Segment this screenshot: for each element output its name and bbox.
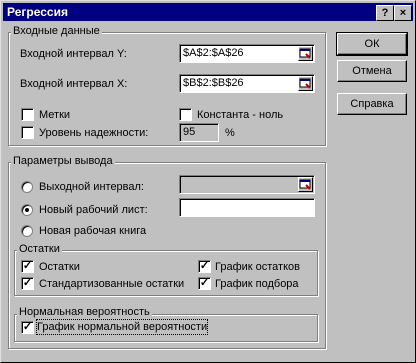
input-data-legend: Входные данные [11, 25, 102, 37]
residual-plot-label: График остатков [215, 261, 300, 273]
output-options-legend: Параметры вывода [11, 155, 115, 167]
input-x-field[interactable]: $B$2:$B$26 [179, 74, 315, 93]
input-y-value: $A$2:$A$26 [183, 47, 244, 59]
help-button[interactable]: Справка [337, 93, 407, 115]
percent-sign: % [225, 127, 235, 139]
cancel-button[interactable]: Отмена [337, 60, 407, 82]
output-range-radio[interactable] [21, 181, 33, 193]
collapse-dialog-icon [299, 78, 311, 89]
fit-plot-label: График подбора [215, 278, 299, 290]
new-workbook-radio[interactable] [21, 225, 33, 237]
new-workbook-label: Новая рабочая книга [39, 225, 147, 237]
residuals-checkbox[interactable]: ✓ [21, 260, 34, 273]
fit-plot-checkbox[interactable]: ✓ [198, 277, 211, 290]
new-sheet-field[interactable] [179, 198, 315, 217]
confidence-field[interactable]: 95 [179, 123, 219, 142]
output-range-field[interactable] [179, 175, 315, 194]
help-title-button[interactable]: ? [376, 5, 394, 21]
collapse-dialog-icon [299, 48, 311, 59]
output-range-label: Выходной интервал: [39, 181, 144, 193]
confidence-checkbox[interactable] [21, 126, 34, 139]
confidence-value: 95 [183, 126, 196, 138]
input-y-ref-button[interactable] [298, 46, 313, 61]
input-y-label: Входной интервал Y: [20, 48, 127, 60]
input-x-ref-button[interactable] [298, 76, 313, 91]
input-x-value: $B$2:$B$26 [183, 77, 244, 89]
normal-plot-label: График нормальной вероятности [35, 319, 209, 335]
normal-plot-checkbox[interactable]: ✓ [21, 321, 34, 334]
residual-plot-checkbox[interactable]: ✓ [198, 260, 211, 273]
residuals-label: Остатки [39, 261, 80, 273]
normal-probability-legend: Нормальная вероятность [17, 306, 152, 318]
standardized-residuals-label: Стандартизованные остатки [39, 278, 185, 290]
new-sheet-radio[interactable] [21, 204, 33, 216]
constant-zero-checkbox[interactable] [179, 108, 192, 121]
labels-checkbox[interactable] [21, 108, 34, 121]
labels-label: Метки [39, 109, 71, 121]
ok-button[interactable]: ОК [336, 32, 408, 56]
confidence-label: Уровень надежности: [39, 127, 149, 139]
output-range-ref-button[interactable] [298, 177, 313, 192]
input-x-label: Входной интервал X: [20, 78, 128, 90]
dialog-title: Регрессия [7, 5, 68, 19]
residuals-legend: Остатки [17, 243, 62, 255]
collapse-dialog-icon [299, 179, 311, 190]
title-bar: Регрессия ? × [3, 3, 413, 21]
new-sheet-label: Новый рабочий лист: [39, 204, 148, 216]
standardized-residuals-checkbox[interactable]: ✓ [21, 277, 34, 290]
regression-dialog: Регрессия ? × ОК Отмена Справка Входные … [0, 0, 416, 363]
constant-zero-label: Константа - ноль [197, 109, 284, 121]
close-button[interactable]: × [394, 5, 412, 21]
input-y-field[interactable]: $A$2:$A$26 [179, 44, 315, 63]
